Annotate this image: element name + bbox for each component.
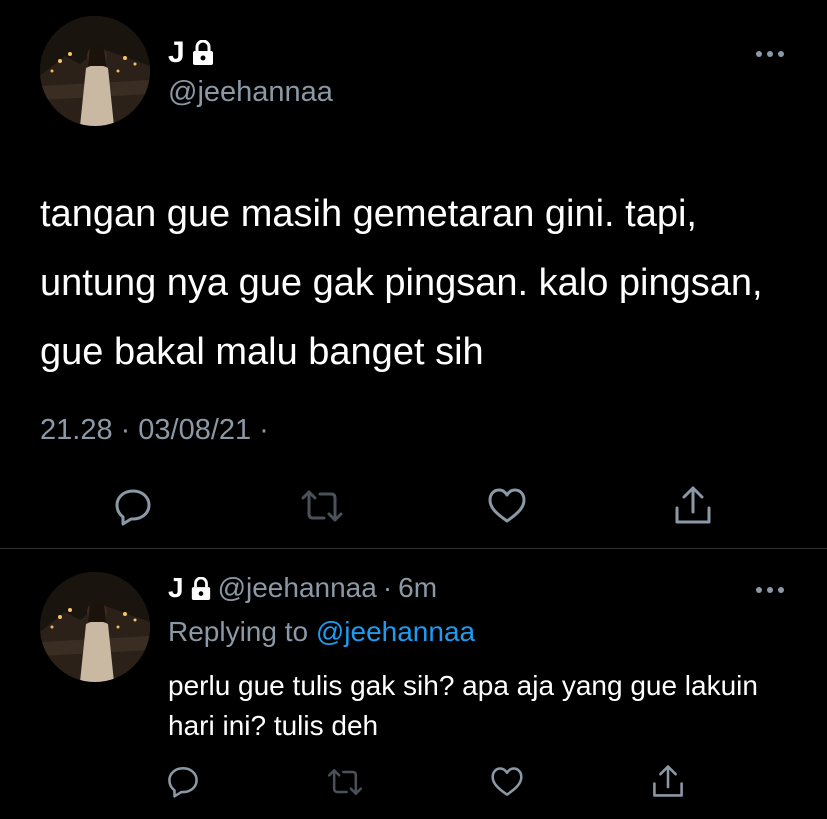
- main-tweet[interactable]: J @jeehannaa tangan gue masih gemetaran …: [0, 0, 827, 548]
- share-icon[interactable]: [651, 763, 685, 799]
- reply-header: J @jeehannaa · 6m: [168, 572, 437, 604]
- display-name[interactable]: J: [168, 36, 215, 70]
- share-icon[interactable]: [673, 484, 713, 526]
- tweet-text: perlu gue tulis gak sih? apa aja yang gu…: [168, 670, 758, 741]
- tweet-meta: 21.28 · 03/08/21 ·: [40, 414, 269, 447]
- more-icon[interactable]: [755, 582, 785, 593]
- avatar[interactable]: [40, 16, 150, 126]
- tweet-thread: J @jeehannaa tangan gue masih gemetaran …: [0, 0, 827, 819]
- handle[interactable]: @jeehannaa: [218, 572, 377, 604]
- meta-separator: ·: [259, 414, 269, 446]
- retweet-icon[interactable]: [326, 767, 364, 797]
- display-name-text[interactable]: J: [168, 572, 184, 604]
- lock-icon: [191, 39, 215, 66]
- reply-icon[interactable]: [166, 764, 200, 798]
- meta-separator: ·: [120, 414, 131, 446]
- display-name[interactable]: J: [168, 572, 212, 604]
- meta-separator: ·: [382, 572, 393, 603]
- tweet-date[interactable]: 03/08/21: [138, 414, 251, 447]
- like-icon[interactable]: [487, 487, 527, 525]
- tweet-time[interactable]: 6m: [398, 572, 437, 604]
- replying-handle-link[interactable]: @jeehannaa: [316, 616, 475, 647]
- reply-icon[interactable]: [113, 486, 153, 526]
- tweet-text: tangan gue masih gemetaran gini. tapi, u…: [40, 193, 763, 373]
- avatar[interactable]: [40, 572, 150, 682]
- more-icon[interactable]: [755, 46, 785, 57]
- like-icon[interactable]: [490, 766, 524, 798]
- replying-prefix: Replying to: [168, 616, 309, 647]
- tweet-time[interactable]: 21.28: [40, 414, 113, 447]
- display-name-text[interactable]: J: [168, 36, 185, 70]
- retweet-icon[interactable]: [300, 488, 344, 524]
- lock-icon: [190, 576, 212, 600]
- handle[interactable]: @jeehannaa: [168, 76, 333, 109]
- replying-to: Replying to @jeehannaa: [168, 616, 475, 648]
- divider: [0, 548, 827, 549]
